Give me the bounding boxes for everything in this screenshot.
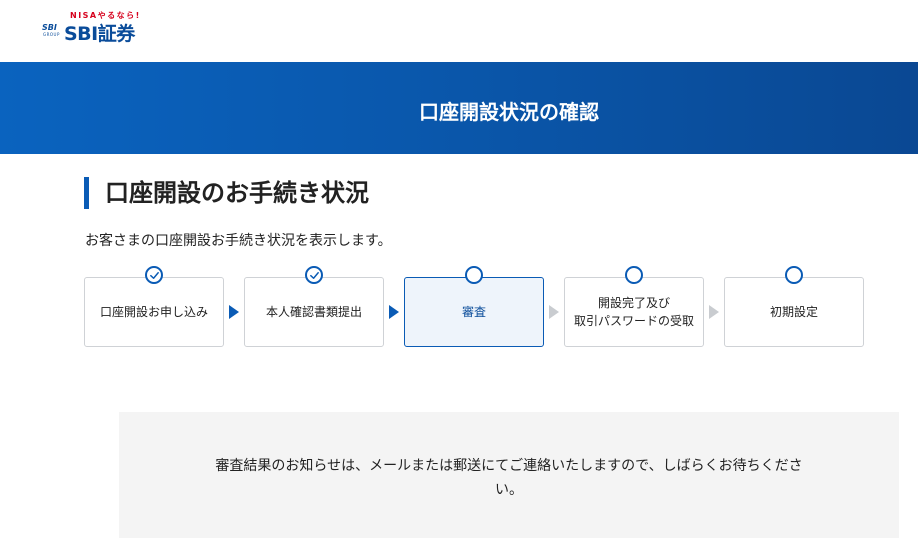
step-label: 本人確認書類提出 bbox=[265, 305, 362, 319]
section-description: お客さまの口座開設お手続き状況を表示します。 bbox=[85, 233, 392, 249]
check-icon bbox=[305, 266, 323, 284]
step-label: 開設完了及び 取引パスワードの受取 bbox=[573, 296, 694, 328]
step-circle-icon bbox=[785, 266, 803, 284]
step-label: 初期設定 bbox=[769, 305, 818, 319]
logo-mark-text: SBI bbox=[42, 23, 57, 32]
step-arrow-icon bbox=[389, 305, 399, 319]
step-label: 審査 bbox=[461, 305, 486, 319]
notice-text: 審査結果のお知らせは、メールまたは郵送にてご連絡いたしますので、しばらくお待ちく… bbox=[215, 458, 803, 498]
notice-box: 審査結果のお知らせは、メールまたは郵送にてご連絡いたしますので、しばらくお待ちく… bbox=[119, 412, 899, 538]
step-application: 口座開設お申し込み bbox=[84, 277, 224, 347]
page-title: 口座開設状況の確認 bbox=[419, 100, 599, 124]
step-arrow-icon bbox=[229, 305, 239, 319]
sbi-logo[interactable]: NISAやるなら! SBI GROUP SBI証券 bbox=[42, 10, 152, 45]
step-account-opened: 開設完了及び 取引パスワードの受取 bbox=[564, 277, 704, 347]
step-initial-setup: 初期設定 bbox=[724, 277, 864, 347]
section-heading: 口座開設のお手続き状況 bbox=[84, 177, 369, 209]
sbi-group-mark-icon: SBI GROUP bbox=[42, 23, 60, 39]
check-icon bbox=[145, 266, 163, 284]
step-label: 口座開設お申し込み bbox=[99, 305, 208, 319]
step-arrow-icon bbox=[709, 305, 719, 319]
step-circle-icon bbox=[625, 266, 643, 284]
step-arrow-icon bbox=[549, 305, 559, 319]
site-header: NISAやるなら! SBI GROUP SBI証券 bbox=[0, 0, 918, 62]
step-id-documents: 本人確認書類提出 bbox=[244, 277, 384, 347]
logo-brand-text: SBI証券 bbox=[64, 23, 135, 45]
step-review: 審査 bbox=[404, 277, 544, 347]
page-banner: 口座開設状況の確認 bbox=[0, 62, 918, 154]
step-circle-icon bbox=[465, 266, 483, 284]
logo-mark-subtext: GROUP bbox=[43, 32, 60, 37]
